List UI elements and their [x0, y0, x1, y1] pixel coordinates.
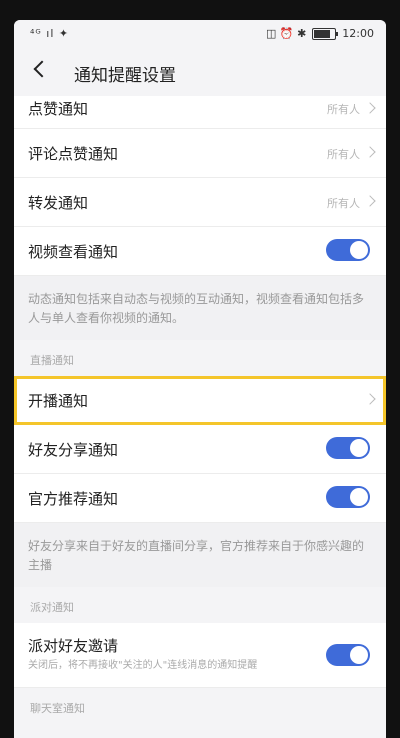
row-value: 所有人: [327, 197, 360, 210]
phone-screen: ⁴ᴳ ıl ✦ ◫ ⏰ ✱ 12:00 通知提醒设置 点赞通知 所有人 评论点赞…: [14, 20, 386, 738]
status-bar: ⁴ᴳ ıl ✦ ◫ ⏰ ✱ 12:00: [14, 20, 386, 46]
note-live: 好友分享来自于好友的直播间分享，官方推荐来自于你感兴趣的主播: [14, 523, 386, 587]
row-official-recommend-notify: 官方推荐通知: [14, 474, 386, 523]
row-label: 开播通知: [28, 392, 89, 410]
section-title: 派对通知: [30, 601, 74, 614]
chevron-right-icon: [364, 393, 376, 405]
row-label: 派对好友邀请: [28, 637, 119, 655]
chevron-right-icon: [364, 195, 376, 207]
row-like-notify[interactable]: 点赞通知 所有人: [14, 96, 386, 129]
page-title: 通知提醒设置: [74, 66, 176, 86]
row-repost-notify[interactable]: 转发通知 所有人: [14, 178, 386, 227]
status-time: 12:00: [342, 27, 374, 40]
row-label: 视频查看通知: [28, 243, 119, 261]
row-label: 转发通知: [28, 194, 89, 212]
status-icons: ◫ ⏰ ✱: [265, 27, 307, 40]
row-label: 点赞通知: [28, 100, 89, 118]
row-value: 所有人: [327, 103, 360, 116]
row-comment-like-notify[interactable]: 评论点赞通知 所有人: [14, 129, 386, 178]
party-invite-toggle[interactable]: [326, 644, 370, 666]
row-label: 评论点赞通知: [28, 145, 119, 163]
official-recommend-toggle[interactable]: [326, 486, 370, 508]
nav-bar: 通知提醒设置: [14, 46, 386, 96]
video-view-toggle[interactable]: [326, 239, 370, 261]
section-title: 直播通知: [30, 354, 74, 367]
row-live-start-notify[interactable]: 开播通知: [14, 376, 386, 425]
battery-icon: [312, 27, 339, 40]
row-party-invite: 派对好友邀请 关闭后，将不再接收"关注的人"连线消息的通知提醒: [14, 623, 386, 688]
row-label: 官方推荐通知: [28, 490, 119, 508]
section-chatroom-header: 聊天室通知: [14, 688, 386, 724]
row-video-view-notify: 视频查看通知: [14, 227, 386, 276]
section-party-header: 派对通知: [14, 587, 386, 623]
row-friend-share-notify: 好友分享通知: [14, 425, 386, 474]
signal-icons: ⁴ᴳ ıl ✦: [30, 27, 70, 40]
note-dynamic: 动态通知包括来自动态与视频的互动通知，视频查看通知包括多人与单人查看你视频的通知…: [14, 276, 386, 340]
row-label: 好友分享通知: [28, 441, 119, 459]
status-right: ◫ ⏰ ✱ 12:00: [266, 27, 374, 40]
section-live-header: 直播通知: [14, 340, 386, 376]
chevron-right-icon: [364, 102, 376, 114]
back-arrow-icon[interactable]: [28, 58, 52, 82]
friend-share-toggle[interactable]: [326, 437, 370, 459]
section-title: 聊天室通知: [30, 702, 85, 715]
row-subtitle: 关闭后，将不再接收"关注的人"连线消息的通知提醒: [28, 660, 258, 671]
row-value: 所有人: [327, 148, 360, 161]
chevron-right-icon: [364, 146, 376, 158]
